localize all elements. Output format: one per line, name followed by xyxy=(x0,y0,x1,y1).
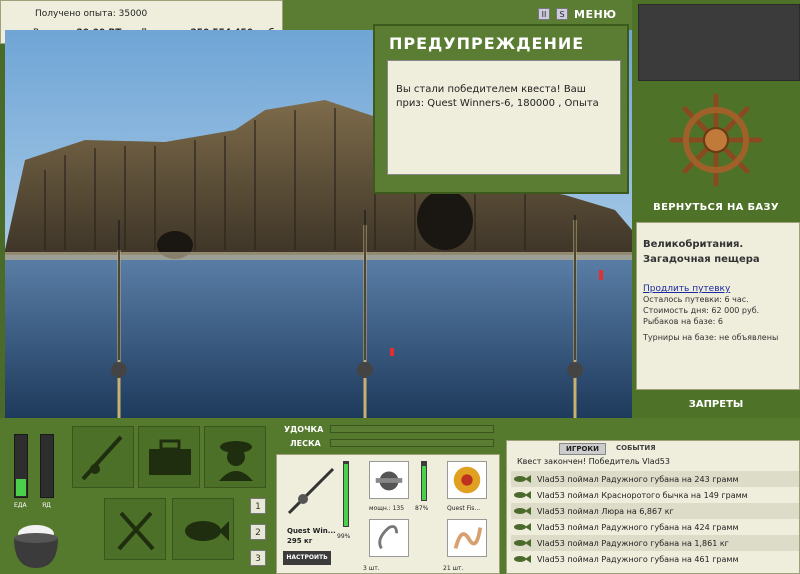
food-bar xyxy=(14,434,28,498)
extend-trip-link[interactable]: Продлить путевку xyxy=(643,284,799,294)
reel-wear-fill xyxy=(422,466,426,500)
catch-list: Vlad53 поймал Радужного губана на 243 гр… xyxy=(511,471,799,567)
return-to-base-button[interactable]: ВЕРНУТЬСЯ НА БАЗУ xyxy=(632,202,800,213)
bait-name: Quest Fis... xyxy=(447,505,481,512)
food-pot-icon[interactable] xyxy=(8,514,64,572)
line-label: ЛЕСКА xyxy=(290,439,321,448)
fish-icon xyxy=(185,521,229,541)
rod-item-icon[interactable] xyxy=(283,463,339,519)
rod-durability: 99% xyxy=(337,533,351,540)
warning-dialog: ПРЕДУПРЕЖДЕНИЕ Вы стали победителем квес… xyxy=(373,24,629,194)
exp-label: Получено опыта: xyxy=(35,9,116,19)
location-info: Великобритания. Загадочная пещера Продли… xyxy=(636,222,800,390)
rod-bar xyxy=(330,425,494,433)
line-bar xyxy=(330,439,494,447)
menu-button[interactable]: МЕНЮ xyxy=(574,8,617,21)
location-title: Великобритания. Загадочная пещера xyxy=(643,239,760,265)
rod-name: Quest Win... xyxy=(287,527,336,535)
catch-text: Vlad53 поймал Радужного губана на 424 гр… xyxy=(537,522,739,532)
rod-weight: 295 кг xyxy=(287,537,313,545)
worm-icon xyxy=(453,527,483,549)
quest-finished-line: Квест закончен! Победитель Vlad53 xyxy=(517,457,670,466)
catch-text: Vlad53 поймал Красноротого бычка на 149 … xyxy=(537,490,748,500)
minimap-area xyxy=(638,4,800,81)
rod-durability-bar xyxy=(343,461,349,527)
line-slot[interactable] xyxy=(447,461,487,499)
tackle-box-tile[interactable] xyxy=(138,426,200,488)
hook-slot[interactable] xyxy=(369,519,409,557)
fisherman-icon xyxy=(219,441,253,481)
list-item: Vlad53 поймал Радужного губана на 243 гр… xyxy=(511,471,799,487)
list-item: Vlad53 поймал Люра на 6,867 кг xyxy=(511,503,799,519)
bans-button[interactable]: ЗАПРЕТЫ xyxy=(632,399,800,410)
menu-area: II S МЕНЮ xyxy=(538,5,617,23)
reel-icon xyxy=(375,471,403,491)
fish-icon xyxy=(514,523,531,531)
sound-button[interactable]: S xyxy=(556,8,568,20)
rod-label: УДОЧКА xyxy=(284,425,324,434)
poison-bar xyxy=(40,434,54,498)
ship-wheel-icon xyxy=(669,93,763,187)
time-left: Осталось путевки: 6 час. xyxy=(643,295,749,304)
exp-value: 35000 xyxy=(118,9,148,19)
tournaments: Турниры на базе: не объявлены xyxy=(643,333,779,342)
hook-count: 3 шт. xyxy=(363,565,380,572)
day-cost: Стоимость дня: 62 000 руб. xyxy=(643,306,760,315)
pause-button[interactable]: II xyxy=(538,8,550,20)
catch-text: Vlad53 поймал Радужного губана на 461 гр… xyxy=(537,554,739,564)
line-spool-icon xyxy=(453,466,481,494)
event-log: ИГРОКИ СОБЫТИЯ Квест закончен! Победител… xyxy=(506,440,800,574)
rod-tile[interactable] xyxy=(72,426,134,488)
catch-text: Vlad53 поймал Люра на 6,867 кг xyxy=(537,506,674,516)
list-item: Vlad53 поймал Радужного губана на 1,861 … xyxy=(511,535,799,551)
warning-message: Вы стали победителем квеста! Ваш приз: Q… xyxy=(387,60,621,175)
fishing-rod-icon xyxy=(81,435,123,481)
catch-text: Vlad53 поймал Радужного губана на 1,861 … xyxy=(537,538,729,548)
equipment-panel: Quest Win... 295 кг НАСТРОИТЬ 99% мощн.:… xyxy=(276,454,500,574)
cutlery-icon xyxy=(117,511,155,551)
fish-tile[interactable] xyxy=(172,498,234,560)
fish-icon xyxy=(514,507,531,515)
reel-power: мощн.: 135 xyxy=(369,505,405,512)
reel-percent: 87% xyxy=(415,505,429,512)
worm-slot[interactable] xyxy=(447,519,487,557)
reel-wear-bar xyxy=(421,461,427,501)
food-label: ЕДА xyxy=(14,502,27,509)
experience-row: Получено опыта: 35000 xyxy=(35,9,147,19)
fish-icon xyxy=(514,475,531,483)
hook-icon xyxy=(378,525,398,550)
food-bar-fill xyxy=(16,479,26,496)
page-button-3[interactable]: 3 xyxy=(250,550,266,566)
fish-icon xyxy=(514,539,531,547)
bottom-panel: ЕДА ЯД 1 2 3 УДОЧКА ЛЕСКА Quest Win... 2… xyxy=(0,418,800,574)
cutlery-tile[interactable] xyxy=(104,498,166,560)
warning-title: ПРЕДУПРЕЖДЕНИЕ xyxy=(389,34,585,53)
rod-durability-fill xyxy=(344,464,348,526)
tackle-box-icon xyxy=(149,439,191,475)
page-button-1[interactable]: 1 xyxy=(250,498,266,514)
anglers-count: Рыбаков на базе: 6 xyxy=(643,317,723,326)
fish-icon xyxy=(514,491,531,499)
worm-count: 21 шт. xyxy=(443,565,464,572)
list-item: Vlad53 поймал Радужного губана на 461 гр… xyxy=(511,551,799,567)
catch-text: Vlad53 поймал Радужного губана на 243 гр… xyxy=(537,474,739,484)
tab-players[interactable]: ИГРОКИ xyxy=(559,443,606,455)
log-tabs: ИГРОКИ СОБЫТИЯ xyxy=(559,443,662,455)
page-button-2[interactable]: 2 xyxy=(250,524,266,540)
reel-slot[interactable] xyxy=(369,461,409,499)
tab-events[interactable]: СОБЫТИЯ xyxy=(610,443,662,455)
setup-button[interactable]: НАСТРОИТЬ xyxy=(283,551,331,565)
list-item: Vlad53 поймал Радужного губана на 424 гр… xyxy=(511,519,799,535)
fisherman-tile[interactable] xyxy=(204,426,266,488)
fish-icon xyxy=(514,555,531,563)
list-item: Vlad53 поймал Красноротого бычка на 149 … xyxy=(511,487,799,503)
poison-label: ЯД xyxy=(42,502,51,509)
